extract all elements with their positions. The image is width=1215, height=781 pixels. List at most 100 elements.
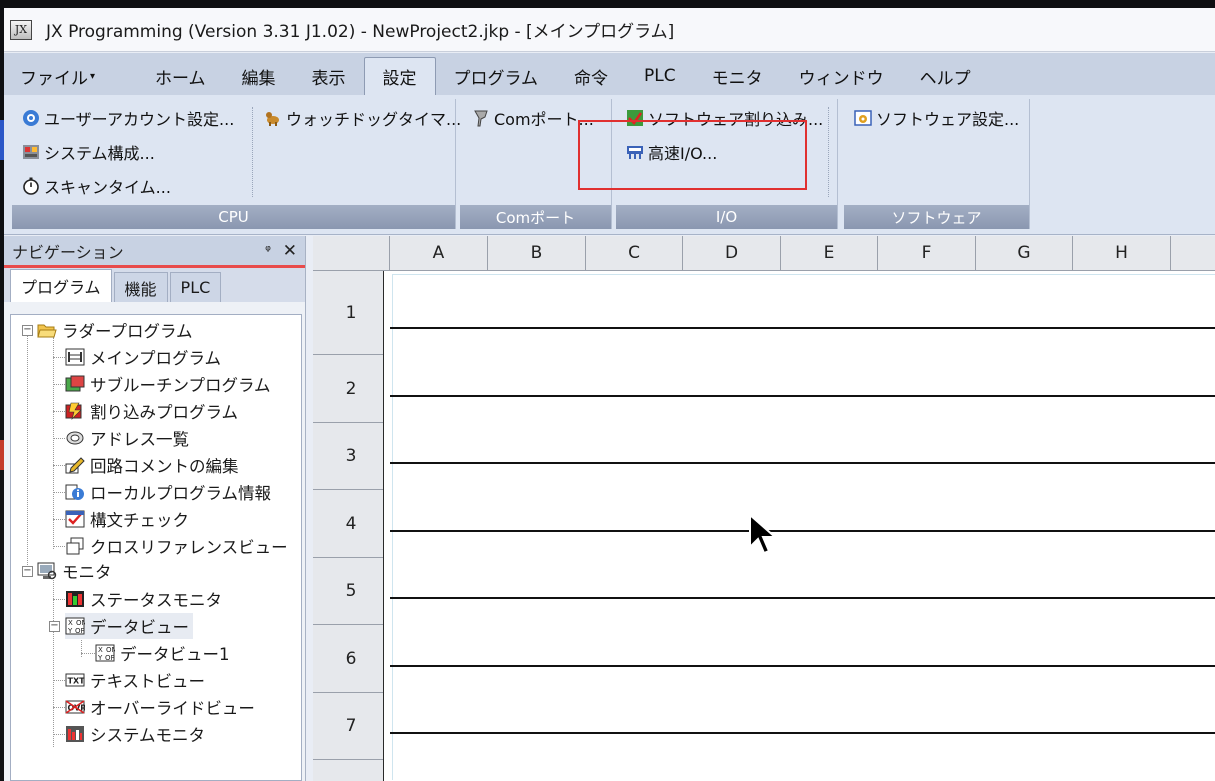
ribbon-group-software: ソフトウェア設定... ソフトウェア — [844, 99, 1030, 229]
column-header-b[interactable]: B — [488, 236, 586, 271]
open-folder-icon — [37, 324, 57, 338]
row-header-4[interactable]: 4 — [313, 490, 390, 558]
menu-help[interactable]: ヘルプ — [902, 57, 989, 95]
tree-line — [53, 492, 65, 493]
menu-program[interactable]: プログラム — [436, 57, 557, 95]
scan-time-button[interactable]: スキャンタイム... — [22, 173, 171, 199]
system-config-icon — [23, 145, 39, 159]
menu-settings[interactable]: 設定 — [363, 57, 436, 95]
tree-node-cross-reference-view[interactable]: クロスリファレンスビュー — [65, 533, 288, 559]
separator — [252, 107, 253, 197]
window-title: JX Programming (Version 3.31 J1.02) - Ne… — [46, 22, 675, 42]
tree-node-text-view[interactable]: TXT テキストビュー — [65, 667, 205, 693]
tree-node-interrupt-program[interactable]: 割り込みプログラム — [65, 398, 238, 424]
tab-program[interactable]: プログラム — [10, 269, 112, 302]
column-header-a[interactable]: A — [390, 236, 488, 271]
rung-line — [390, 530, 1215, 532]
group-label-io: I/O — [616, 205, 837, 229]
highlight-annotation — [578, 120, 807, 190]
app-icon: JX — [10, 19, 32, 40]
menu-instruction[interactable]: 命令 — [556, 57, 626, 95]
row-header-5[interactable]: 5 — [313, 558, 390, 625]
column-header-c[interactable]: C — [586, 236, 683, 271]
row-header-8 — [313, 760, 390, 781]
svg-text:OFF: OFF — [75, 627, 85, 635]
rung-line — [390, 395, 1215, 397]
collapse-toggle[interactable]: − — [22, 325, 33, 336]
cell-area — [392, 274, 1215, 780]
row-header-1[interactable]: 1 — [313, 271, 390, 355]
tree-node-syntax-check[interactable]: 構文チェック — [65, 506, 189, 532]
tree-line — [53, 411, 65, 412]
group-label-software: ソフトウェア — [844, 205, 1029, 229]
menu-monitor[interactable]: モニタ — [694, 57, 781, 95]
tree-node-override-view[interactable]: OVR オーバーライドビュー — [65, 694, 255, 720]
system-config-button[interactable]: システム構成... — [22, 139, 155, 165]
rung-line — [390, 665, 1215, 667]
com-port-button[interactable]: Comポート... — [472, 105, 594, 131]
column-header-d[interactable]: D — [683, 236, 781, 271]
tree-line — [53, 357, 65, 358]
close-icon[interactable]: ✕ — [283, 241, 297, 261]
row-header-3[interactable]: 3 — [313, 423, 390, 490]
tree-node-circuit-comment-edit[interactable]: 回路コメントの編集 — [65, 452, 239, 478]
tree-node-system-monitor[interactable]: システムモニタ — [65, 721, 205, 747]
tree-node-address-list[interactable]: アドレス一覧 — [65, 425, 189, 451]
app-window: JX JX Programming (Version 3.31 J1.02) -… — [4, 8, 1215, 781]
svg-text:TXT: TXT — [68, 677, 86, 686]
tree-node-status-monitor[interactable]: ステータスモニタ — [65, 586, 222, 612]
tree-node-main-program[interactable]: メインプログラム — [65, 344, 221, 370]
tree-node-data-view[interactable]: XONYOFF データビュー — [65, 613, 193, 639]
svg-text:Y: Y — [67, 627, 73, 635]
menu-edit[interactable]: 編集 — [224, 57, 294, 95]
subroutine-icon — [65, 375, 85, 392]
column-header-g[interactable]: G — [976, 236, 1073, 271]
navigation-panel: ナビゲーション ᵠ ✕ プログラム 機能 PLC − ラダープログラム メインプ… — [4, 236, 306, 781]
tree-line — [53, 465, 65, 466]
dropdown-icon: ▾ — [90, 70, 96, 82]
address-list-icon — [66, 431, 84, 445]
collapse-toggle[interactable]: − — [22, 566, 33, 577]
watchdog-timer-button[interactable]: ウォッチドッグタイマ... — [264, 105, 461, 131]
system-monitor-icon — [66, 726, 84, 742]
navigation-title: ナビゲーション — [12, 242, 124, 262]
column-header-h[interactable]: H — [1073, 236, 1171, 271]
ladder-editor[interactable]: A B C D E F G H 1 2 3 4 5 6 7 — [313, 236, 1215, 781]
svg-text:ON: ON — [76, 619, 85, 627]
column-header-f[interactable]: F — [878, 236, 976, 271]
tree-node-local-program-info[interactable]: ローカルプログラム情報 — [65, 479, 271, 505]
status-monitor-icon — [66, 591, 84, 607]
tree-line — [53, 438, 65, 439]
pin-icon[interactable]: ᵠ — [265, 243, 271, 259]
menu-view[interactable]: 表示 — [294, 57, 364, 95]
cross-reference-icon — [66, 537, 84, 555]
user-account-settings-button[interactable]: ユーザーアカウント設定... — [22, 105, 234, 131]
tab-plc[interactable]: PLC — [169, 272, 222, 302]
column-header-e[interactable]: E — [781, 236, 878, 271]
collapse-toggle[interactable]: − — [49, 621, 60, 632]
tree-node-subroutine-program[interactable]: サブルーチンプログラム — [65, 371, 271, 397]
program-tree: − ラダープログラム メインプログラム サブルーチンプログラム 割り込みプログラ… — [10, 314, 302, 781]
separator — [828, 107, 829, 197]
menu-window[interactable]: ウィンドウ — [781, 57, 902, 95]
tree-line — [53, 707, 65, 708]
title-bar: JX JX Programming (Version 3.31 J1.02) -… — [4, 8, 1215, 52]
tree-node-ladder-program[interactable]: ラダープログラム — [37, 317, 193, 343]
tree-line — [53, 546, 65, 547]
menu-plc[interactable]: PLC — [626, 57, 694, 95]
row-header-7[interactable]: 7 — [313, 693, 390, 760]
row-header-2[interactable]: 2 — [313, 355, 390, 423]
corner-header — [313, 236, 390, 271]
software-settings-button[interactable]: ソフトウェア設定... — [854, 105, 1019, 131]
tree-node-monitor[interactable]: モニタ — [37, 558, 112, 584]
mouse-cursor-icon — [749, 513, 778, 555]
svg-text:ON: ON — [106, 646, 115, 654]
tree-node-data-view-1[interactable]: XONYOFF データビュー1 — [95, 640, 230, 666]
menu-home[interactable]: ホーム — [137, 57, 224, 95]
override-view-icon: OVR — [65, 700, 85, 714]
tab-function[interactable]: 機能 — [113, 272, 168, 302]
row-header-6[interactable]: 6 — [313, 625, 390, 693]
software-settings-icon — [854, 110, 872, 126]
menu-file[interactable]: ファイル ▾ — [4, 57, 113, 95]
group-label-com: Comポート — [460, 205, 611, 229]
